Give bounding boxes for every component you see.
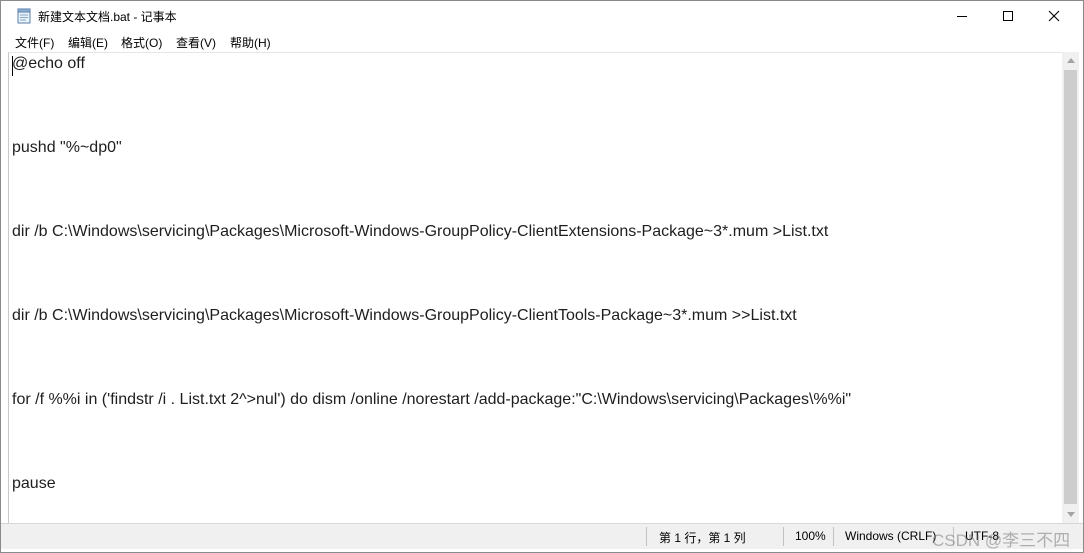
scroll-up-button[interactable] xyxy=(1062,52,1079,69)
window-title: 新建文本文档.bat - 记事本 xyxy=(38,10,177,24)
status-bar: 第 1 行，第 1 列 100% Windows (CRLF) UTF-8 xyxy=(1,523,1083,549)
scroll-down-button[interactable] xyxy=(1062,506,1079,523)
chevron-up-icon xyxy=(1066,58,1075,63)
editor-line: dir /b C:\Windows\servicing\Packages\Mic… xyxy=(12,307,797,324)
scroll-thumb[interactable] xyxy=(1064,70,1077,504)
status-line-ending: Windows (CRLF) xyxy=(845,529,937,543)
close-icon xyxy=(1048,10,1060,22)
editor-line: @echo off xyxy=(12,55,85,72)
status-zoom: 100% xyxy=(795,529,826,543)
editor-line: pushd "%~dp0" xyxy=(12,139,122,156)
title-bar[interactable]: 新建文本文档.bat - 记事本 xyxy=(1,1,1083,31)
text-editor[interactable]: @echo off pushd "%~dp0" dir /b C:\Window… xyxy=(8,52,1062,524)
editor-line: dir /b C:\Windows\servicing\Packages\Mic… xyxy=(12,223,829,240)
vertical-scrollbar[interactable] xyxy=(1062,52,1079,523)
editor-line: for /f %%i in ('findstr /i . List.txt 2^… xyxy=(12,391,852,408)
notepad-window: 新建文本文档.bat - 记事本 文件(F) 编辑(E) 格式(O) 查看(V)… xyxy=(0,0,1084,553)
minimize-icon xyxy=(957,16,967,17)
menu-edit[interactable]: 编辑(E) xyxy=(68,33,108,52)
menu-help[interactable]: 帮助(H) xyxy=(230,33,271,52)
status-position: 第 1 行，第 1 列 xyxy=(659,531,746,545)
close-button[interactable] xyxy=(1031,1,1077,31)
menu-bar: 文件(F) 编辑(E) 格式(O) 查看(V) 帮助(H) xyxy=(1,31,1083,51)
watermark: CSDN @李三不四 xyxy=(932,531,1071,550)
menu-view[interactable]: 查看(V) xyxy=(176,33,216,52)
maximize-icon xyxy=(1003,11,1013,21)
status-separator xyxy=(833,527,834,546)
editor-line: pause xyxy=(12,475,56,492)
minimize-button[interactable] xyxy=(939,1,985,31)
notepad-icon xyxy=(17,8,31,24)
status-separator xyxy=(783,527,784,546)
menu-format[interactable]: 格式(O) xyxy=(121,33,162,52)
chevron-down-icon xyxy=(1066,512,1075,517)
menu-file[interactable]: 文件(F) xyxy=(15,33,54,52)
maximize-button[interactable] xyxy=(985,1,1031,31)
status-separator xyxy=(646,527,647,546)
